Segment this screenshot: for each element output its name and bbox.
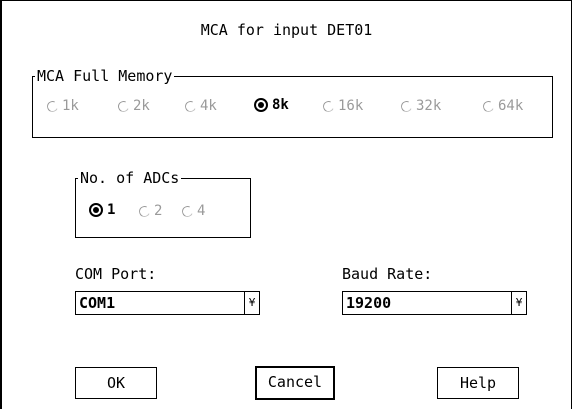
com-port-value: COM1 [79,294,116,312]
radio-label: 1 [107,202,116,218]
help-button[interactable]: Help [437,367,519,399]
radio-icon [399,98,414,114]
radio-label: 16k [338,98,364,114]
radio-icon [321,98,336,114]
mca-memory-legend: MCA Full Memory [35,66,175,86]
dialog-title: MCA for input DET01 [200,21,373,39]
adcs-group: No. of ADCs 1 2 4 [75,168,251,238]
memory-radio-64k[interactable]: 64k [481,98,524,114]
radio-label: 4 [197,203,206,219]
memory-radio-1k[interactable]: 1k [45,98,79,114]
mca-dialog: MCA for input DET01 MCA Full Memory 1k 2… [0,0,572,409]
memory-radio-16k[interactable]: 16k [321,98,364,114]
baud-rate-value: 19200 [346,294,392,312]
baud-rate-select[interactable]: 19200 ¥ [342,291,527,315]
radio-label: 4k [200,98,217,114]
memory-radio-4k[interactable]: 4k [183,98,217,114]
radio-label: 2k [133,98,150,114]
radio-selected-icon [254,98,268,112]
adcs-legend: No. of ADCs [78,168,182,188]
radio-label: 64k [498,98,524,114]
com-port-select[interactable]: COM1 ¥ [75,291,260,315]
com-port-label: COM Port: [75,265,157,283]
radio-label: 2 [154,203,163,219]
adcs-radio-2[interactable]: 2 [137,203,163,219]
cancel-button[interactable]: Cancel [255,366,335,400]
radio-label: 32k [416,98,442,114]
radio-label: 1k [62,98,79,114]
radio-icon [116,98,131,114]
baud-rate-label: Baud Rate: [342,265,433,283]
memory-radio-8k[interactable]: 8k [254,97,289,113]
radio-icon [183,98,198,114]
ok-button[interactable]: OK [75,367,157,399]
adcs-radio-1[interactable]: 1 [89,202,115,218]
radio-icon [481,98,496,114]
adcs-radio-4[interactable]: 4 [180,203,206,219]
radio-icon [45,98,60,114]
dropdown-arrow-icon[interactable]: ¥ [511,292,526,314]
memory-radio-32k[interactable]: 32k [399,98,442,114]
dropdown-arrow-icon[interactable]: ¥ [244,292,259,314]
radio-icon [180,203,195,219]
radio-selected-icon [89,203,103,217]
mca-memory-group: MCA Full Memory 1k 2k 4k 8k 16k 32k 64k [32,66,553,138]
memory-radio-2k[interactable]: 2k [116,98,150,114]
radio-icon [137,203,152,219]
radio-label: 8k [272,97,289,113]
